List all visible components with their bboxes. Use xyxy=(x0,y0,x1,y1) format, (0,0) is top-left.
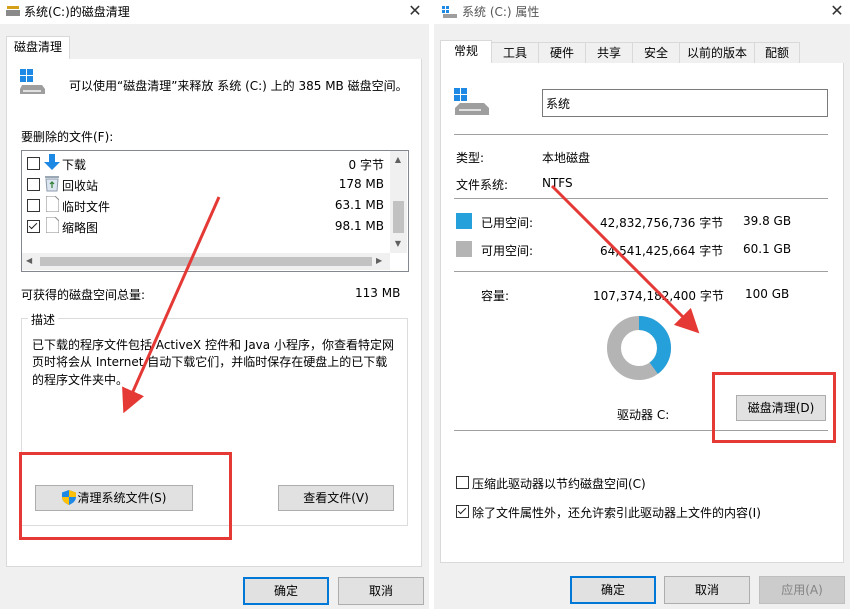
arrow-to-description xyxy=(122,196,221,414)
annotation-arrows xyxy=(122,184,700,414)
arrow-to-disk-cleanup xyxy=(550,184,700,334)
